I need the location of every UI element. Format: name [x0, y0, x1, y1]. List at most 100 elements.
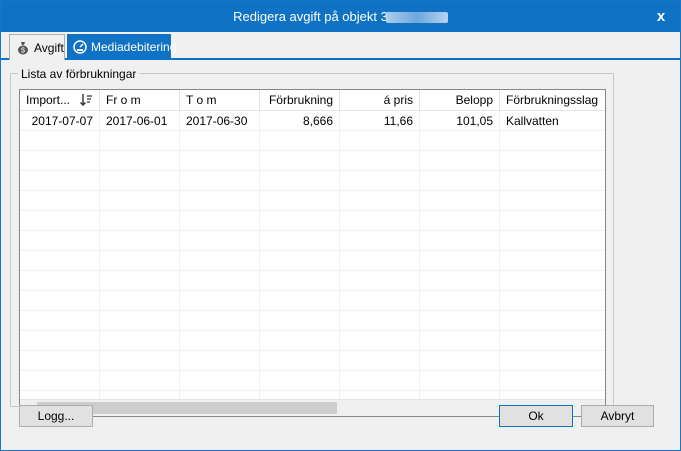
empty-cell	[20, 211, 100, 231]
cell-import-date: 2017-07-07	[20, 111, 100, 131]
ok-button[interactable]: Ok	[499, 405, 573, 427]
cell-from-date: 2017-06-01	[100, 111, 180, 131]
empty-table-row	[20, 291, 605, 311]
empty-cell	[500, 171, 605, 191]
empty-cell	[340, 251, 420, 271]
empty-cell	[420, 331, 500, 351]
empty-cell	[100, 251, 180, 271]
empty-table-row	[20, 131, 605, 151]
empty-table-row	[20, 191, 605, 211]
empty-cell	[340, 211, 420, 231]
empty-cell	[20, 151, 100, 171]
empty-cell	[180, 291, 260, 311]
empty-cell	[340, 351, 420, 371]
empty-cell	[260, 251, 340, 271]
empty-cell	[340, 151, 420, 171]
empty-table-row	[20, 331, 605, 351]
cell-consumption: 8,666	[260, 111, 340, 131]
empty-cell	[100, 311, 180, 331]
column-header-import-label: Import...	[26, 93, 71, 107]
tab-avgift[interactable]: $ Avgift	[9, 34, 65, 60]
column-header-to[interactable]: T o m	[180, 90, 260, 111]
empty-cell	[340, 171, 420, 191]
column-header-from[interactable]: Fr o m	[100, 90, 180, 111]
empty-table-row	[20, 251, 605, 271]
empty-cell	[340, 131, 420, 151]
list-header: Import... Fr o m T o m Förbrukning á pri…	[20, 90, 605, 111]
cell-unit-price: 11,66	[340, 111, 420, 131]
empty-cell	[20, 351, 100, 371]
column-header-unit-price[interactable]: á pris	[340, 90, 420, 111]
empty-cell	[500, 231, 605, 251]
window-title: Redigera avgift på objekt 3	[1, 9, 680, 24]
column-header-consumption-type[interactable]: Förbrukningsslag	[500, 90, 605, 111]
empty-cell	[500, 331, 605, 351]
cell-amount: 101,05	[420, 111, 500, 131]
empty-cell	[260, 131, 340, 151]
groupbox-label: Lista av förbrukningar	[18, 67, 140, 81]
empty-cell	[100, 271, 180, 291]
empty-cell	[180, 171, 260, 191]
empty-cell	[260, 331, 340, 351]
empty-cell	[260, 311, 340, 331]
empty-cell	[180, 231, 260, 251]
log-button[interactable]: Logg...	[19, 405, 93, 427]
empty-cell	[260, 191, 340, 211]
empty-cell	[500, 291, 605, 311]
empty-table-row	[20, 171, 605, 191]
empty-cell	[260, 371, 340, 391]
empty-table-row	[20, 351, 605, 371]
meter-icon	[73, 40, 87, 54]
empty-cell	[420, 151, 500, 171]
title-bar[interactable]: Redigera avgift på objekt 3 x	[1, 1, 680, 32]
tab-mediadebitering[interactable]: Mediadebitering	[67, 34, 176, 60]
empty-cell	[340, 231, 420, 251]
empty-cell	[100, 151, 180, 171]
empty-cell	[100, 331, 180, 351]
list-rows: 2017-07-07 2017-06-01 2017-06-30 8,666 1…	[20, 111, 605, 411]
table-row[interactable]: 2017-07-07 2017-06-01 2017-06-30 8,666 1…	[20, 111, 605, 131]
empty-cell	[20, 191, 100, 211]
cancel-button[interactable]: Avbryt	[581, 405, 654, 427]
empty-cell	[500, 131, 605, 151]
empty-cell	[420, 191, 500, 211]
empty-cell	[340, 331, 420, 351]
svg-text:$: $	[21, 47, 25, 54]
empty-cell	[260, 151, 340, 171]
column-header-amount[interactable]: Belopp	[420, 90, 500, 111]
empty-cell	[340, 271, 420, 291]
dialog-window: Redigera avgift på objekt 3 x $ Avgift M…	[0, 0, 681, 451]
empty-cell	[20, 371, 100, 391]
empty-cell	[180, 351, 260, 371]
cell-consumption-type: Kallvatten	[506, 114, 559, 128]
window-title-text: Redigera avgift på objekt 3	[233, 9, 388, 24]
cell-to-date: 2017-06-30	[180, 111, 260, 131]
empty-cell	[100, 351, 180, 371]
empty-cell	[420, 371, 500, 391]
empty-cell	[180, 311, 260, 331]
empty-table-row	[20, 231, 605, 251]
empty-cell	[260, 291, 340, 311]
consumption-list[interactable]: Import... Fr o m T o m Förbrukning á pri…	[19, 89, 606, 417]
tab-mediadebitering-label: Mediadebitering	[91, 40, 177, 54]
empty-cell	[100, 191, 180, 211]
column-header-import[interactable]: Import...	[20, 90, 100, 111]
empty-cell	[500, 351, 605, 371]
empty-cell	[20, 331, 100, 351]
empty-cell	[420, 131, 500, 151]
redacted-object-id	[385, 12, 448, 24]
empty-cell	[420, 211, 500, 231]
empty-cell	[180, 131, 260, 151]
empty-cell	[420, 351, 500, 371]
empty-table-row	[20, 271, 605, 291]
empty-cell	[260, 211, 340, 231]
empty-cell	[420, 171, 500, 191]
empty-table-row	[20, 311, 605, 331]
empty-cell	[100, 171, 180, 191]
empty-table-row	[20, 371, 605, 391]
sort-descending-icon	[80, 94, 92, 106]
column-header-consumption[interactable]: Förbrukning	[260, 90, 340, 111]
empty-cell	[260, 231, 340, 251]
close-button[interactable]: x	[654, 9, 668, 25]
empty-cell	[100, 231, 180, 251]
